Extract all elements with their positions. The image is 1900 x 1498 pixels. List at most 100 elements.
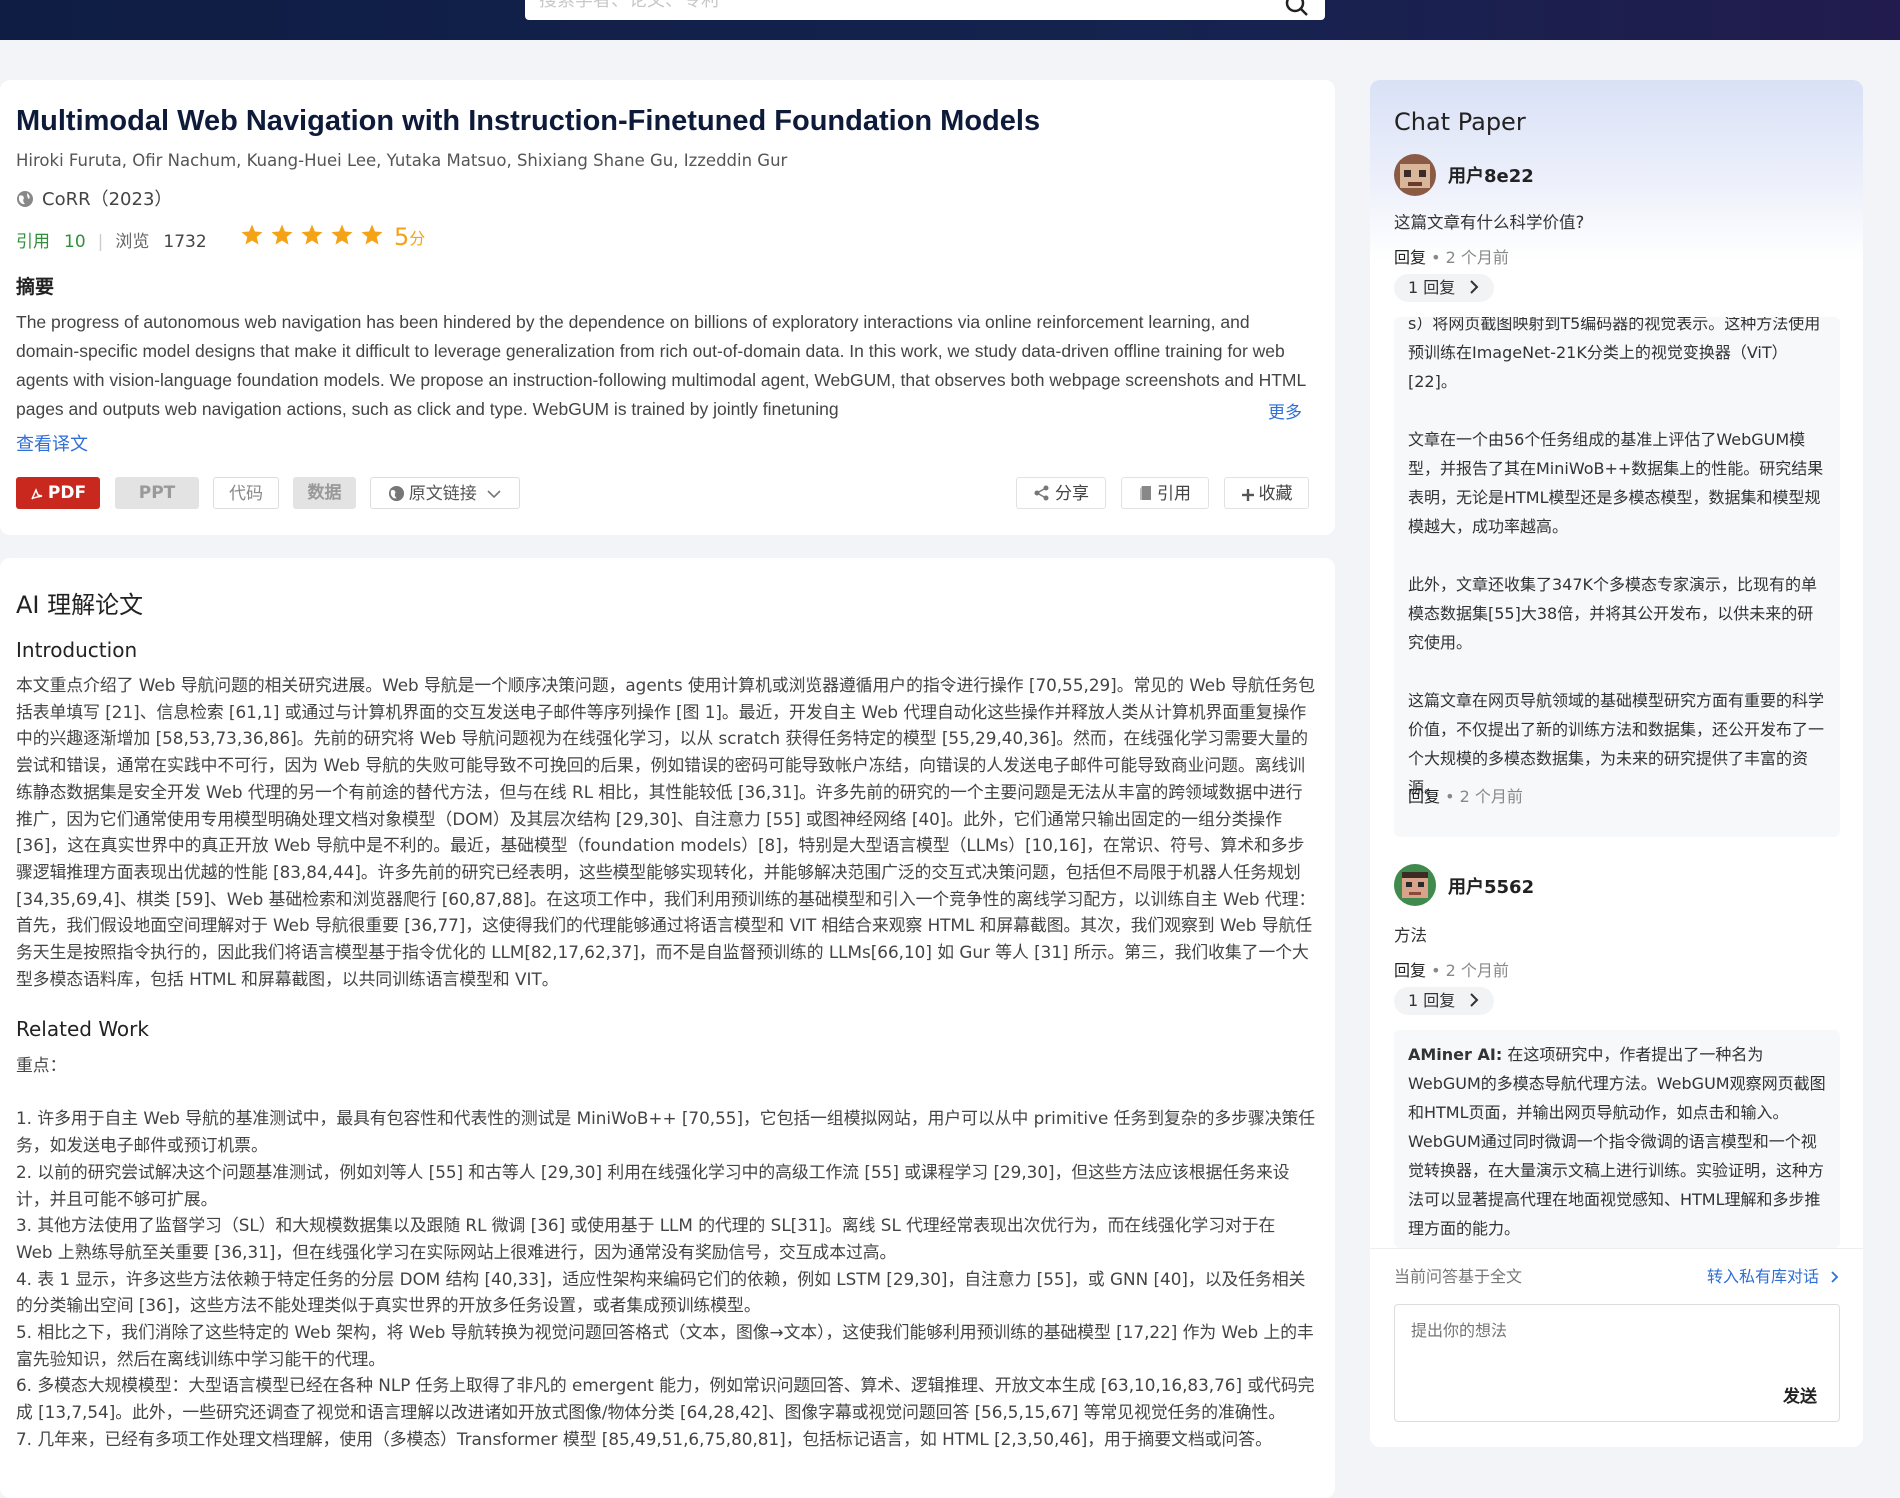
chat-divider (1370, 1248, 1863, 1249)
context-note: 当前问答基于全文 (1394, 1267, 1523, 1286)
rating-score: 5 (394, 223, 410, 251)
plus-icon (1241, 489, 1254, 501)
stats-divider: | (97, 232, 104, 252)
reply-time: 2 个月前 (1459, 787, 1523, 806)
search-input[interactable]: 搜索学者、论文、专利 (539, 0, 719, 12)
paper-authors[interactable]: Hiroki Furuta, Ofir Nachum, Kuang-Huei L… (16, 151, 787, 170)
replies-count: 1 回复 (1408, 278, 1456, 297)
chat-header-background (1370, 80, 1863, 260)
reply-button[interactable]: 回复 (1408, 787, 1440, 806)
answer-paragraph: s）将网页截图映射到T5编码器的视觉表示。这种方法使用预训练在ImageNet-… (1408, 317, 1821, 391)
private-library-link[interactable]: 转入私有库对话 (1707, 1263, 1840, 1287)
venue-text: CoRR（2023） (42, 189, 173, 210)
related-work-line: 2. 以前的研究尝试解决这个问题基准测试，例如刘等人 [55] 和古等人 [29… (16, 1161, 1290, 1209)
dot-separator: • (1440, 787, 1460, 806)
top-navigation-bar: 搜索学者、论文、专利 (0, 0, 1900, 40)
reply-button[interactable]: 回复 (1394, 961, 1426, 980)
chat-username[interactable]: 用户8e22 (1448, 162, 1534, 188)
cite-label[interactable]: 引用 (16, 232, 50, 252)
related-work-line: 1. 许多用于自主 Web 导航的基准测试中，最具有包容性和代表性的测试是 Mi… (16, 1108, 1316, 1156)
star-icon[interactable] (330, 223, 354, 251)
cite-button-label: 引用 (1157, 484, 1191, 504)
replies-count: 1 回复 (1408, 991, 1456, 1010)
pdf-button[interactable]: PDF (16, 477, 100, 509)
related-work-line: 4. 表 1 显示，许多这些方法依赖于特定任务的分层 DOM 结构 [40,33… (16, 1268, 1306, 1316)
answer-text: 在这项研究中，作者提出了一种名为WebGUM的多模态导航代理方法。WebGUM观… (1408, 1045, 1826, 1238)
share-label: 分享 (1055, 484, 1089, 504)
dot-separator: • (1426, 248, 1446, 267)
answer-author: AMiner AI: (1408, 1045, 1503, 1064)
search-icon[interactable] (1285, 0, 1309, 23)
related-work-body: 重点： 1. 许多用于自主 Web 导航的基准测试中，最具有包容性和代表性的测试… (16, 1052, 1316, 1453)
source-link-button[interactable]: 原文链接 (370, 477, 520, 509)
answer-reply-meta: 回复 • 2 个月前 (1408, 782, 1523, 811)
dot-separator: • (1426, 961, 1446, 980)
related-work-line (16, 1079, 1316, 1106)
related-work-line: 5. 相比之下，我们消除了这些特定的 Web 架构，将 Web 导航转换为视觉问… (16, 1322, 1314, 1369)
reply-button[interactable]: 回复 (1394, 248, 1426, 267)
data-button[interactable]: 数据 (293, 477, 356, 509)
reply-meta: 回复 • 2 个月前 (1394, 244, 1509, 268)
chevron-right-icon (1470, 993, 1479, 1007)
abstract-more-link[interactable]: 更多 (1262, 398, 1302, 423)
avatar[interactable] (1394, 154, 1436, 196)
related-work-line: 7. 几年来，已经有多项工作处理文档理解，使用（多模态）Transformer … (16, 1428, 1272, 1449)
abstract-text: The progress of autonomous web navigatio… (16, 312, 1306, 419)
favorite-button[interactable]: 收藏 (1224, 477, 1309, 509)
chat-title: Chat Paper (1394, 108, 1526, 136)
pdf-icon (31, 488, 43, 500)
answer-paragraph: 此外，文章还收集了347K个多模态专家演示，比现有的单模态数据集[55]大38倍… (1408, 575, 1818, 652)
pdf-label: PDF (47, 483, 87, 503)
paper-action-bar: PDF PPT 代码 数据 原文链接 分享 引用 收藏 (0, 477, 1335, 509)
favorite-label: 收藏 (1258, 484, 1293, 504)
globe-icon (388, 485, 404, 502)
chat-paper-panel: Chat Paper 用户8e22 这篇文章有什么科学价值? 回复 • 2 个月… (1370, 80, 1863, 1447)
ppt-button[interactable]: PPT (115, 477, 199, 509)
ai-section-heading: AI 理解论文 (16, 591, 144, 619)
replies-toggle[interactable]: 1 回复 (1394, 987, 1495, 1015)
replies-toggle[interactable]: 1 回复 (1394, 274, 1495, 302)
avatar[interactable] (1394, 864, 1436, 906)
share-button[interactable]: 分享 (1016, 477, 1106, 509)
star-icon[interactable] (270, 223, 294, 251)
search-box[interactable]: 搜索学者、论文、专利 (525, 0, 1325, 20)
quote-icon (1140, 486, 1151, 500)
source-link-label: 原文链接 (408, 484, 477, 504)
share-icon (1034, 485, 1049, 501)
chat-question: 方法 (1394, 926, 1427, 945)
reply-time: 2 个月前 (1445, 248, 1509, 267)
reply-meta: 回复 • 2 个月前 (1394, 957, 1509, 981)
chevron-right-icon (1470, 280, 1479, 294)
chat-input[interactable] (1395, 1305, 1839, 1421)
chat-input-box[interactable]: 发送 (1394, 1304, 1840, 1422)
chat-username[interactable]: 用户5562 (1448, 873, 1534, 899)
view-label: 浏览 (115, 232, 150, 252)
rating-unit: 分 (409, 229, 426, 248)
star-icon[interactable] (360, 223, 384, 251)
introduction-paragraph: 本文重点介绍了 Web 导航问题的相关研究进展。Web 导航是一个顺序决策问题，… (16, 675, 1316, 989)
star-icon[interactable] (300, 223, 324, 251)
rating-stars[interactable]: 5分 (240, 223, 425, 251)
related-work-heading: Related Work (16, 1017, 149, 1041)
chevron-down-icon (487, 490, 501, 499)
ai-answer-box: s）将网页截图映射到T5编码器的视觉表示。这种方法使用预训练在ImageNet-… (1394, 317, 1840, 837)
code-button[interactable]: 代码 (213, 477, 279, 509)
introduction-heading: Introduction (16, 638, 138, 662)
answer-paragraph: 文章在一个由56个任务组成的基准上评估了WebGUM模型，并报告了其在MiniW… (1408, 430, 1824, 536)
chat-question: 这篇文章有什么科学价值? (1394, 213, 1585, 232)
chevron-right-icon (1831, 1271, 1839, 1283)
related-work-line: 6. 多模态大规模模型：大型语言模型已经在各种 NLP 任务上取得了非凡的 em… (16, 1375, 1315, 1423)
introduction-body: 本文重点介绍了 Web 导航问题的相关研究进展。Web 导航是一个顺序决策问题，… (16, 672, 1316, 992)
cite-count[interactable]: 10 (64, 232, 86, 252)
related-work-line: 重点： (16, 1055, 67, 1075)
cite-button[interactable]: 引用 (1121, 477, 1209, 509)
view-count: 1732 (163, 232, 207, 252)
paper-title[interactable]: Multimodal Web Navigation with Instructi… (16, 105, 1316, 138)
send-button[interactable]: 发送 (1783, 1382, 1817, 1407)
related-work-line: 3. 其他方法使用了监督学习（SL）和大规模数据集以及跟随 RL 微调 [36]… (16, 1215, 1276, 1262)
view-translation-link[interactable]: 查看译文 (16, 430, 88, 456)
globe-icon (16, 190, 34, 213)
reply-time: 2 个月前 (1445, 961, 1509, 980)
star-icon[interactable] (240, 223, 264, 251)
private-library-label: 转入私有库对话 (1707, 1267, 1820, 1286)
